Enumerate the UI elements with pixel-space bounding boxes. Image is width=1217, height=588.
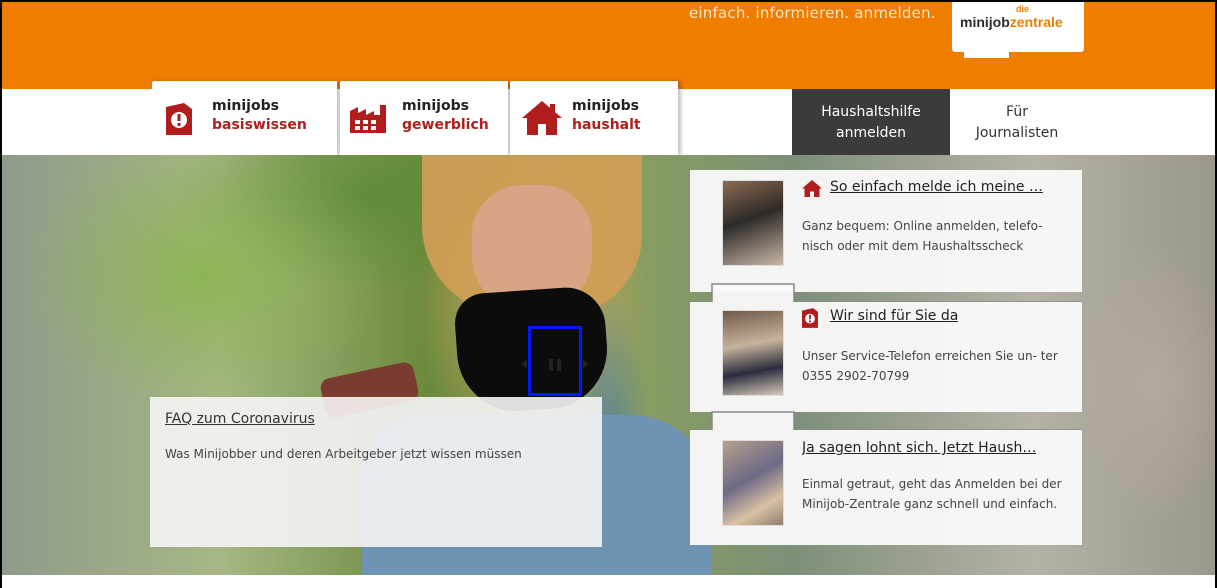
journalists-link[interactable]: Für Journalisten [952, 89, 1082, 155]
logo-text: die minijobzentrale [960, 4, 1063, 30]
logo-part1: minijob [960, 14, 1010, 30]
logo-part2: zentrale [1009, 14, 1063, 30]
hero-slider: FAQ zum Coronavirus Was Minijobber und d… [2, 155, 1215, 575]
card-desc: Ganz bequem: Online anmelden, telefo- ni… [802, 219, 1043, 253]
card-desc: Unser Service-Telefon erreichen Sie un- … [802, 349, 1058, 383]
card-photo [722, 310, 784, 396]
faq-teaser: FAQ zum Coronavirus Was Minijobber und d… [150, 397, 602, 547]
tab-gewerblich-label: minijobs gewerblich [402, 98, 489, 133]
card-title-link[interactable]: Wir sind für Sie da [830, 308, 958, 324]
page: einfach. informieren. anmelden. die mini… [0, 0, 1217, 588]
tab-haushalt-label: minijobs haushalt [572, 98, 641, 133]
chevron-right-icon[interactable] [583, 359, 588, 369]
register-button-line2: anmelden [836, 125, 906, 141]
card-title-link[interactable]: Ja sagen lohnt sich. Jetzt Haush… [802, 440, 1036, 456]
logo[interactable]: die minijobzentrale [952, 2, 1084, 58]
chevron-left-icon[interactable] [522, 359, 527, 369]
tagline: einfach. informieren. anmelden. [689, 4, 936, 22]
tab-gewerblich[interactable]: minijobs gewerblich [340, 81, 508, 155]
info-document-icon [802, 308, 818, 332]
card-divider [690, 411, 1082, 430]
card-desc: Einmal getraut, geht das Anmelden bei de… [802, 477, 1062, 511]
slider-pause-button[interactable] [522, 326, 588, 396]
pause-icon-bar [557, 359, 561, 371]
house-icon [802, 180, 822, 201]
faq-coronavirus-link[interactable]: FAQ zum Coronavirus [165, 411, 315, 427]
teaser-card-stack: So einfach melde ich meine … Ganz bequem… [690, 170, 1082, 545]
card-divider [690, 283, 1082, 302]
teaser-card[interactable]: So einfach melde ich meine … Ganz bequem… [690, 170, 1082, 292]
journalists-link-line2: Journalisten [975, 125, 1059, 141]
teaser-card[interactable]: Wir sind für Sie da Unser Service-Telefo… [690, 302, 1082, 412]
factory-icon [350, 105, 388, 137]
teaser-card[interactable]: Ja sagen lohnt sich. Jetzt Haush… Einmal… [690, 430, 1082, 545]
house-icon [522, 101, 562, 139]
tab-basiswissen[interactable]: minijobs basiswissen [152, 81, 337, 155]
faq-teaser-text: Was Minijobber und deren Arbeitgeber jet… [165, 447, 522, 461]
register-button-line1: Haushaltshilfe [821, 104, 921, 120]
main-nav: minijobs basiswissen minijobs gewerblich [2, 81, 1215, 155]
tab-basiswissen-label: minijobs basiswissen [212, 98, 307, 133]
journalists-link-line1: Für [1006, 104, 1028, 120]
logo-sup: die [1016, 4, 1030, 14]
register-household-help-button[interactable]: Haushaltshilfe anmelden [792, 89, 950, 155]
logo-tab [964, 50, 1009, 58]
card-photo [722, 180, 784, 266]
pause-icon [549, 359, 553, 371]
card-photo [722, 440, 784, 526]
info-document-icon [166, 103, 192, 139]
header-bar: einfach. informieren. anmelden. die mini… [2, 2, 1215, 89]
card-title-link[interactable]: So einfach melde ich meine … [830, 179, 1043, 195]
tab-haushalt[interactable]: minijobs haushalt [510, 81, 678, 155]
content-start [2, 575, 1215, 588]
